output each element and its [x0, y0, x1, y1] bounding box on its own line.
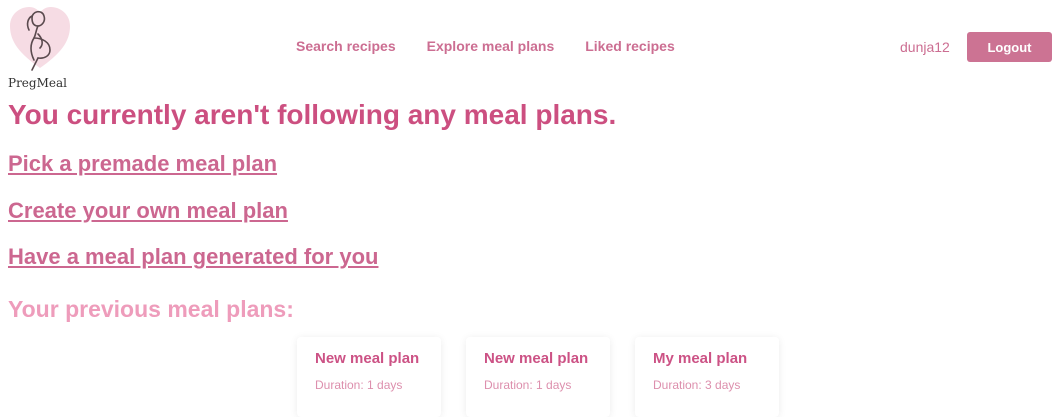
meal-plan-title: New meal plan: [484, 350, 589, 367]
pregnant-woman-heart-icon: [10, 7, 70, 71]
meal-plan-card[interactable]: My meal plan Duration: 3 days: [635, 337, 779, 417]
nav-search-recipes[interactable]: Search recipes: [296, 38, 396, 54]
generate-plan-link[interactable]: Have a meal plan generated for you: [8, 244, 378, 270]
create-own-plan-link[interactable]: Create your own meal plan: [8, 198, 288, 224]
app-header: PregMeal Search recipes Explore meal pla…: [0, 0, 1052, 92]
page-title: You currently aren't following any meal …: [8, 99, 617, 130]
logout-button[interactable]: Logout: [967, 32, 1052, 62]
brand-logo[interactable]: PregMeal: [6, 4, 72, 90]
brand-name: PregMeal: [8, 76, 67, 90]
previous-plans-heading: Your previous meal plans:: [8, 296, 294, 322]
meal-plan-duration: Duration: 1 days: [484, 378, 572, 392]
meal-plan-title: My meal plan: [653, 350, 748, 367]
meal-plan-duration: Duration: 1 days: [315, 378, 403, 392]
main-nav: Search recipes Explore meal plans Liked …: [296, 38, 675, 54]
pick-premade-plan-link[interactable]: Pick a premade meal plan: [8, 151, 277, 177]
meal-plan-card[interactable]: New meal plan Duration: 1 days: [297, 337, 441, 417]
nav-liked-recipes[interactable]: Liked recipes: [585, 38, 675, 54]
nav-explore-meal-plans[interactable]: Explore meal plans: [427, 38, 555, 54]
meal-plan-duration: Duration: 3 days: [653, 378, 741, 392]
username: dunja12: [900, 39, 950, 55]
meal-plan-card[interactable]: New meal plan Duration: 1 days: [466, 337, 610, 417]
previous-plans-list: New meal plan Duration: 1 days New meal …: [297, 337, 779, 417]
meal-plan-title: New meal plan: [315, 350, 420, 367]
